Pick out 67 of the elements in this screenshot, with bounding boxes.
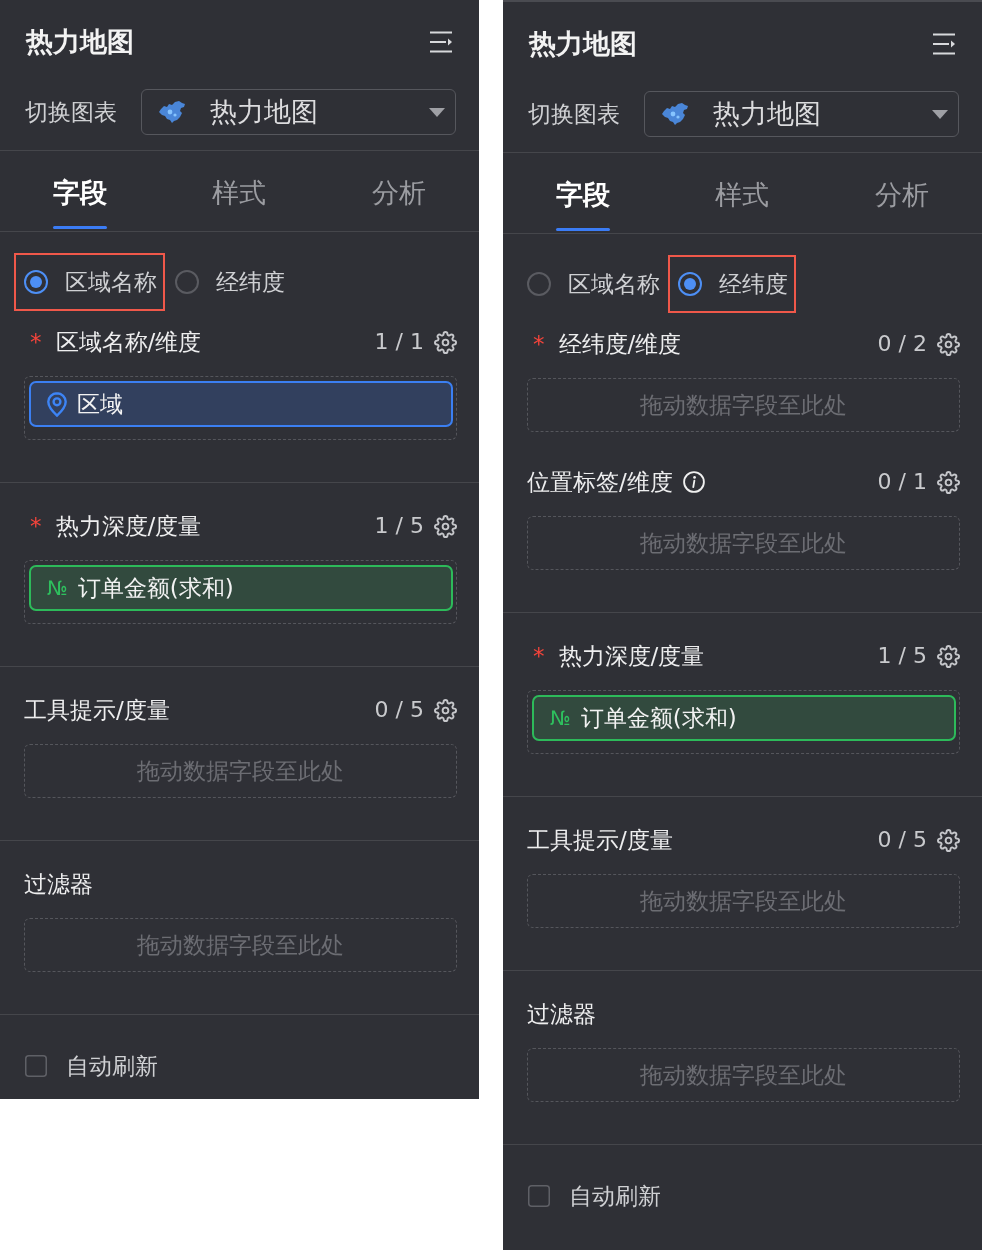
- checkbox[interactable]: [528, 1185, 550, 1207]
- drop-zone[interactable]: № 订单金额(求和): [24, 560, 457, 624]
- tab[interactable]: 样式: [715, 153, 770, 231]
- chart-type-dropdown[interactable]: 热力地图: [644, 91, 959, 137]
- menu-icon[interactable]: [429, 30, 453, 54]
- settings-icon[interactable]: [434, 514, 457, 538]
- section-title: 位置标签/维度: [527, 468, 673, 497]
- field-count: 0 / 2: [877, 330, 927, 358]
- number-sign-icon: №: [550, 706, 571, 730]
- required-mark: *: [30, 328, 42, 357]
- number-sign-icon: №: [47, 576, 68, 600]
- field-count: 0 / 1: [877, 468, 927, 496]
- tab[interactable]: 分析: [372, 151, 427, 229]
- section-title: 热力深度/度量: [558, 642, 705, 671]
- auto-refresh-option[interactable]: 自动刷新: [25, 1051, 158, 1081]
- section-title: 经纬度/维度: [558, 330, 682, 359]
- radio-button[interactable]: [527, 272, 551, 296]
- location-pin-icon: [47, 391, 67, 417]
- panel-title: 热力地图: [529, 28, 637, 60]
- field-count: 1 / 5: [374, 512, 424, 540]
- field-count: 1 / 1: [374, 328, 424, 356]
- chart-switch-label: 切换图表: [25, 98, 117, 127]
- field-count: 0 / 5: [374, 696, 424, 724]
- field-pill[interactable]: № 订单金额(求和): [532, 695, 956, 741]
- required-mark: *: [533, 330, 545, 359]
- info-icon[interactable]: [682, 471, 705, 493]
- section-title: 过滤器: [24, 870, 93, 899]
- radio-button[interactable]: [175, 270, 199, 294]
- required-mark: *: [30, 512, 42, 541]
- map-icon: [661, 102, 689, 126]
- section-title: 工具提示/度量: [527, 826, 673, 855]
- field-count: 1 / 5: [877, 642, 927, 670]
- checkbox[interactable]: [25, 1055, 47, 1077]
- field-count: 0 / 5: [877, 826, 927, 854]
- radio-option[interactable]: 区域名称: [14, 253, 165, 311]
- required-mark: *: [533, 642, 545, 671]
- settings-icon[interactable]: [937, 644, 960, 668]
- map-icon: [158, 100, 186, 124]
- field-pill[interactable]: № 订单金额(求和): [29, 565, 453, 611]
- menu-icon[interactable]: [932, 32, 956, 56]
- radio-option[interactable]: 区域名称: [517, 255, 668, 313]
- settings-icon[interactable]: [937, 828, 960, 852]
- settings-icon[interactable]: [937, 470, 960, 494]
- tab[interactable]: 分析: [875, 153, 930, 231]
- radio-button[interactable]: [24, 270, 48, 294]
- section-title: 区域名称/维度: [55, 328, 202, 357]
- settings-icon[interactable]: [434, 698, 457, 722]
- section-title: 过滤器: [527, 1000, 596, 1029]
- section-title: 热力深度/度量: [55, 512, 202, 541]
- chart-switch-label: 切换图表: [528, 100, 620, 129]
- panel-title: 热力地图: [26, 26, 134, 58]
- section-title: 工具提示/度量: [24, 696, 170, 725]
- drop-zone[interactable]: № 订单金额(求和): [527, 690, 960, 754]
- field-pill[interactable]: 区域: [29, 381, 453, 427]
- radio-option[interactable]: 经纬度: [668, 255, 796, 313]
- tab[interactable]: 字段: [555, 153, 610, 231]
- radio-option[interactable]: 经纬度: [165, 253, 293, 311]
- caret-icon: [932, 109, 948, 119]
- auto-refresh-option[interactable]: 自动刷新: [528, 1181, 661, 1211]
- tab[interactable]: 样式: [212, 151, 267, 229]
- caret-icon: [429, 107, 445, 117]
- drop-zone[interactable]: 区域: [24, 376, 457, 440]
- settings-icon[interactable]: [937, 332, 960, 356]
- settings-icon[interactable]: [434, 330, 457, 354]
- radio-button[interactable]: [678, 272, 702, 296]
- chart-type-dropdown[interactable]: 热力地图: [141, 89, 456, 135]
- tab[interactable]: 字段: [52, 151, 107, 229]
